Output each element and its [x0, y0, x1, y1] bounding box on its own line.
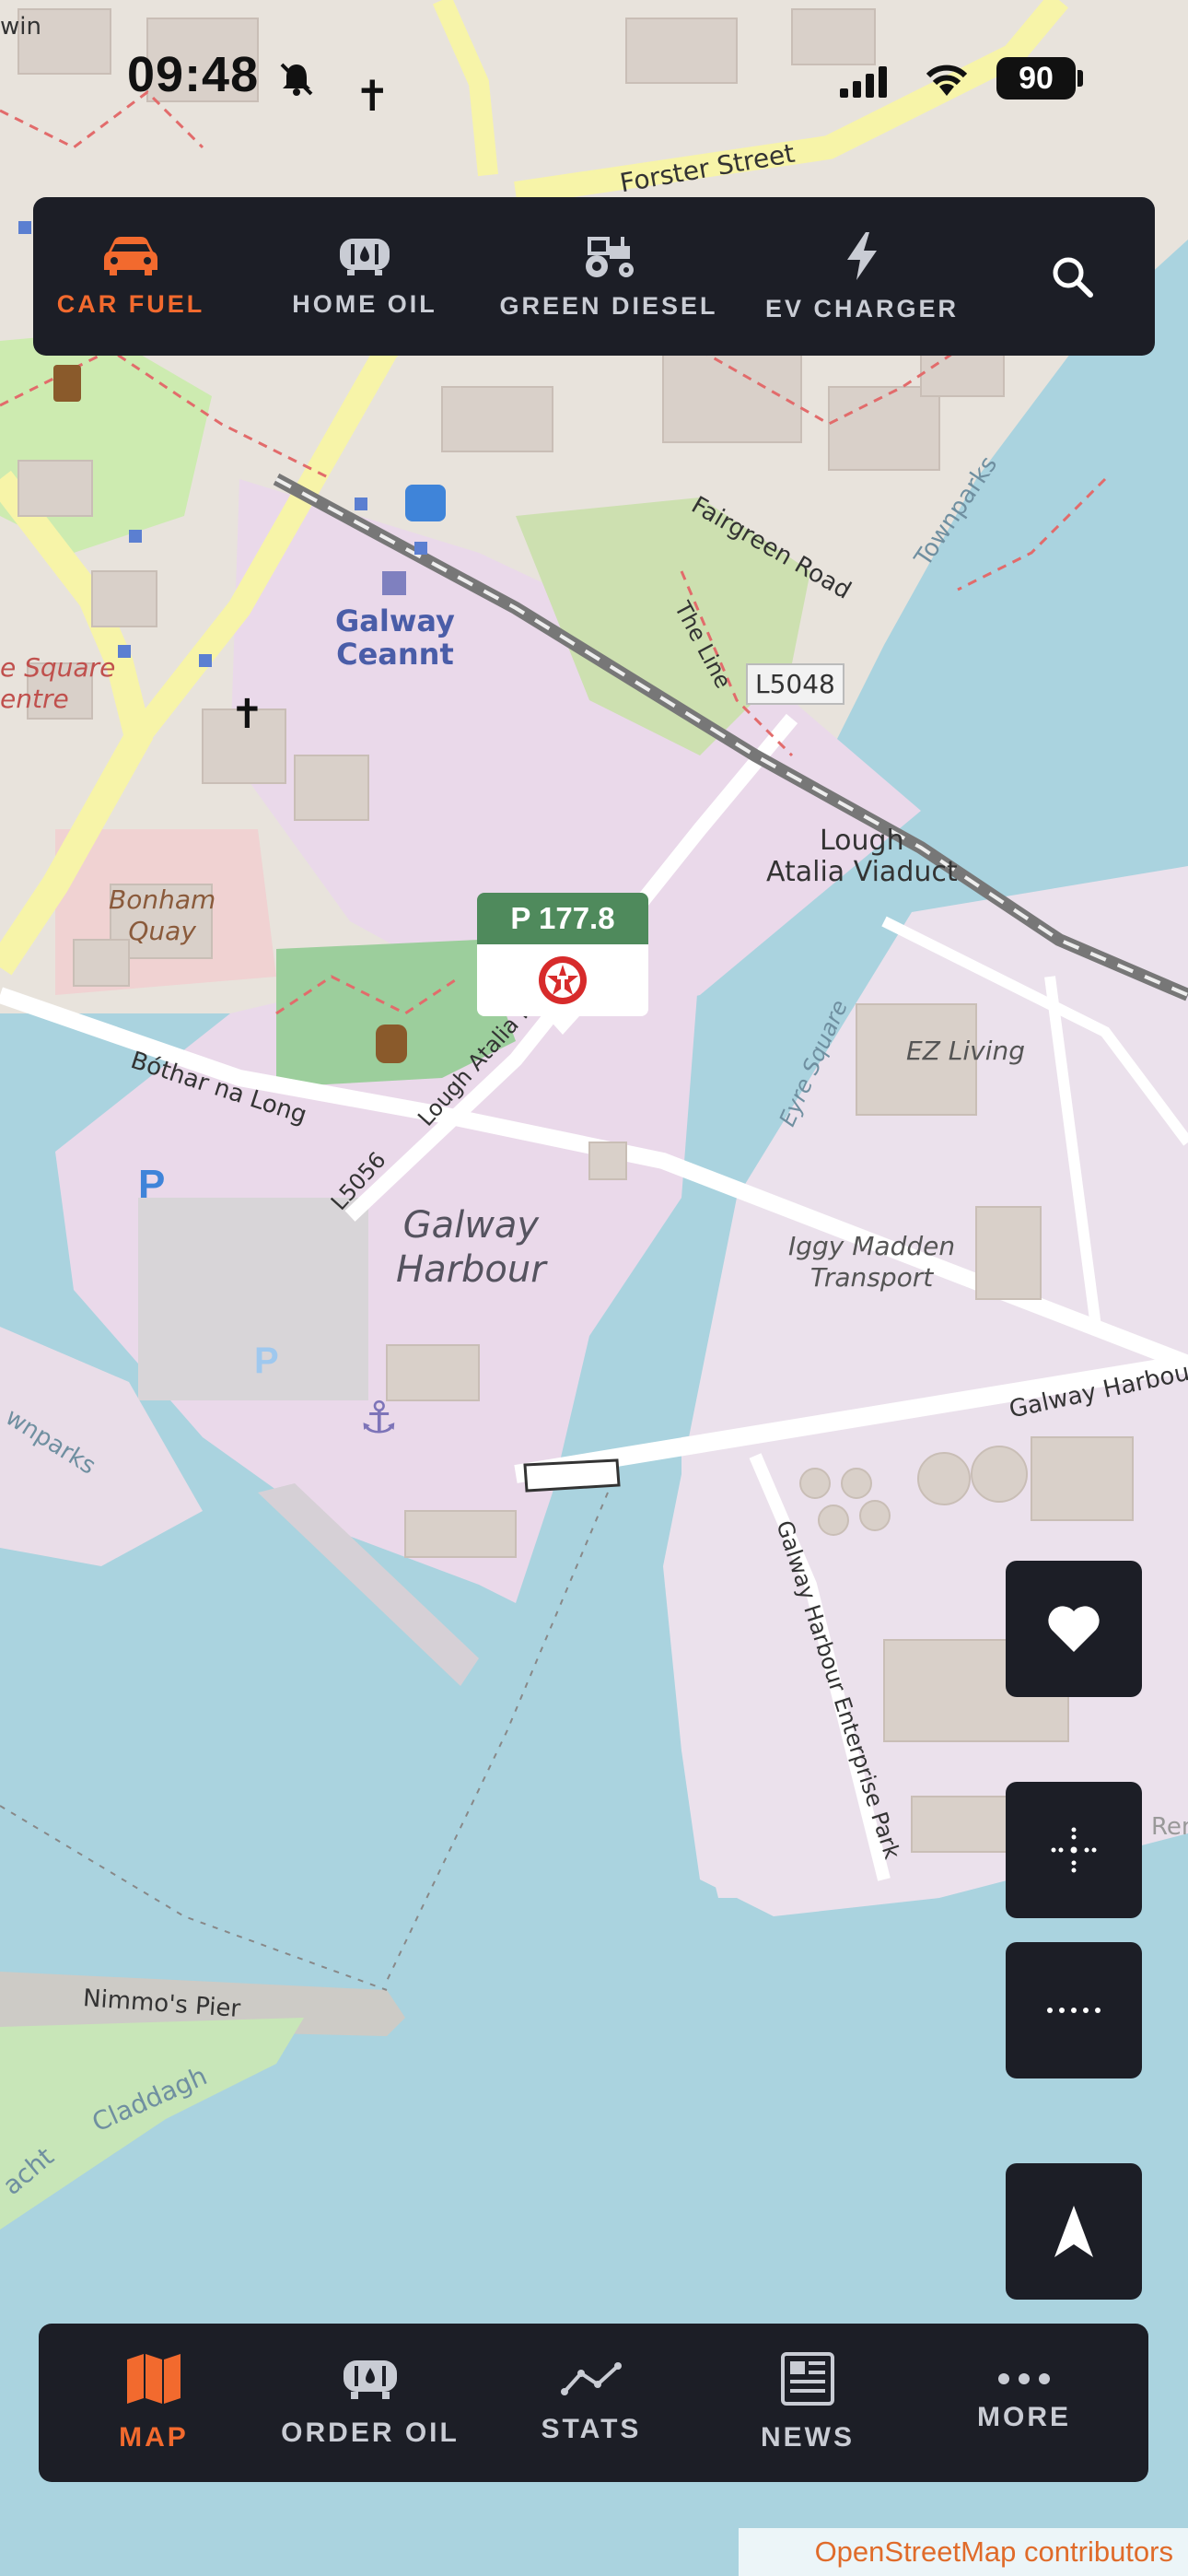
nav-news[interactable]: NEWS	[734, 2324, 881, 2482]
map-label-viaduct: Lough Atalia Viaduct	[766, 825, 958, 888]
tab-ev-charger[interactable]: EV CHARGER	[761, 197, 963, 356]
tab-green-diesel-label: GREEN DIESEL	[499, 291, 718, 320]
tab-car-fuel-label: CAR FUEL	[56, 289, 205, 318]
tab-car-fuel[interactable]: CAR FUEL	[48, 197, 214, 356]
nav-order-oil-label: ORDER OIL	[281, 2418, 460, 2448]
fuel-type-bar: CAR FUEL HOME OIL GREEN DIESEL EV CHARGE…	[33, 197, 1155, 356]
car-icon	[104, 236, 157, 275]
tab-home-oil-label: HOME OIL	[292, 289, 437, 318]
more-icon	[998, 2373, 1050, 2384]
navigation-arrow-icon	[1054, 2206, 1093, 2257]
navigate-button[interactable]	[1006, 2163, 1142, 2300]
square-line-2: entre	[0, 684, 69, 714]
map-label-square-centre: e Square entre	[0, 652, 115, 715]
viaduct-line-1: Lough	[820, 825, 904, 857]
map-icon	[127, 2354, 181, 2404]
map-label-ez-living: EZ Living	[906, 1036, 1026, 1066]
map-label-iggy-madden: Iggy Madden Transport	[788, 1231, 955, 1294]
harbour-line-1: Galway	[402, 1204, 540, 1247]
svg-text:P: P	[254, 1341, 279, 1381]
status-time: 09:48	[127, 47, 260, 102]
harbour-line-2: Harbour	[396, 1248, 546, 1291]
texaco-star-icon	[477, 944, 648, 1016]
viaduct-line-2: Atalia Viaduct	[766, 856, 958, 888]
svg-text:P: P	[138, 1162, 165, 1207]
station-name-line-2: Ceannt	[336, 637, 454, 672]
tab-ev-charger-label: EV CHARGER	[764, 294, 960, 322]
station-name-line-1: Galway	[335, 603, 455, 638]
nav-order-oil[interactable]: ORDER OIL	[278, 2324, 462, 2482]
fuel-price-label: P 177.8	[477, 893, 648, 944]
center-map-button[interactable]	[1006, 1782, 1142, 1918]
nav-stats-label: STATS	[541, 2414, 642, 2444]
square-line-1: e Square	[0, 652, 116, 683]
bell-mute-icon	[280, 63, 313, 96]
map-attribution-link[interactable]: OpenStreetMap contributors	[739, 2528, 1188, 2576]
tractor-icon	[586, 236, 634, 277]
map-label-galway-harbour: Galway Harbour	[396, 1203, 546, 1292]
status-bar: 09:48 90	[0, 0, 1188, 166]
map-label-ren: Ren	[1151, 1813, 1188, 1841]
nav-news-label: NEWS	[761, 2422, 855, 2453]
oil-tank-icon	[340, 238, 390, 275]
tab-home-oil[interactable]: HOME OIL	[282, 197, 448, 356]
search-icon[interactable]	[1050, 254, 1096, 300]
map-label-bonham-quay: Bonham Quay	[109, 884, 215, 947]
nav-more[interactable]: MORE	[950, 2324, 1098, 2482]
iggy-line-2: Transport	[809, 1262, 934, 1293]
wifi-icon	[926, 64, 968, 96]
nav-map-label: MAP	[119, 2422, 189, 2453]
bonham-line-2: Quay	[128, 916, 196, 946]
fuel-station-marker[interactable]: P 177.8	[477, 893, 648, 1035]
svg-text:⚓: ⚓	[359, 1392, 399, 1444]
svg-text:✝: ✝	[230, 691, 264, 738]
heart-icon	[1048, 1606, 1100, 1652]
nav-map[interactable]: MAP	[76, 2324, 232, 2482]
stats-line-icon	[561, 2362, 622, 2395]
nav-stats[interactable]: STATS	[518, 2324, 665, 2482]
battery-cap	[1077, 70, 1083, 87]
favourite-button[interactable]	[1006, 1561, 1142, 1697]
bottom-navigation: MAP ORDER OIL STATS NEWS MORE	[39, 2324, 1148, 2482]
battery-indicator: 90	[996, 57, 1076, 100]
newspaper-icon	[781, 2352, 834, 2406]
map-label-station: Galway Ceannt	[335, 604, 455, 671]
tab-green-diesel[interactable]: GREEN DIESEL	[494, 197, 724, 356]
oil-tank-icon	[344, 2360, 397, 2399]
lightning-icon	[847, 231, 877, 280]
cellular-signal-icon	[840, 66, 887, 98]
road-shield-l5048: L5048	[746, 663, 844, 705]
crosshair-icon	[1051, 1827, 1097, 1873]
dots-icon	[1047, 2008, 1101, 2013]
bonham-line-1: Bonham	[109, 884, 216, 915]
nav-more-label: MORE	[977, 2402, 1071, 2432]
battery-level: 90	[1019, 61, 1054, 96]
iggy-line-1: Iggy Madden	[788, 1231, 956, 1261]
map-options-button[interactable]	[1006, 1942, 1142, 2078]
